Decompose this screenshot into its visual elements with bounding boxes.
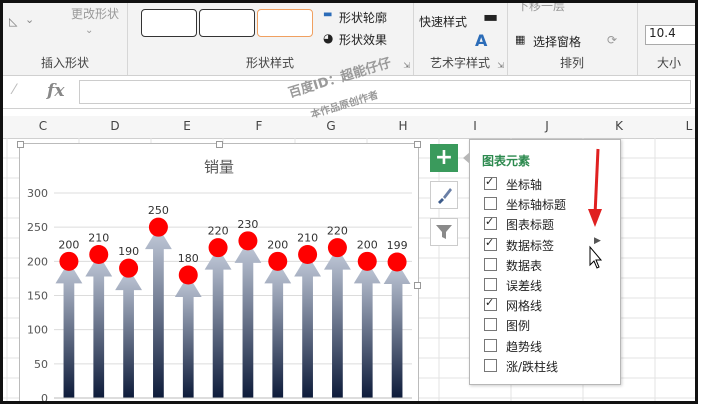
red-arrow-annotation: [593, 148, 600, 216]
red-arrow-head: [588, 209, 602, 227]
excel-window: ◺ ⌄ 更改形状 ⌄ 插入形状 ▬ 形状轮廓 ◕ 形状效果 形状样式 ⇲ 快速样…: [0, 0, 698, 404]
mouse-cursor-icon: [589, 245, 603, 269]
